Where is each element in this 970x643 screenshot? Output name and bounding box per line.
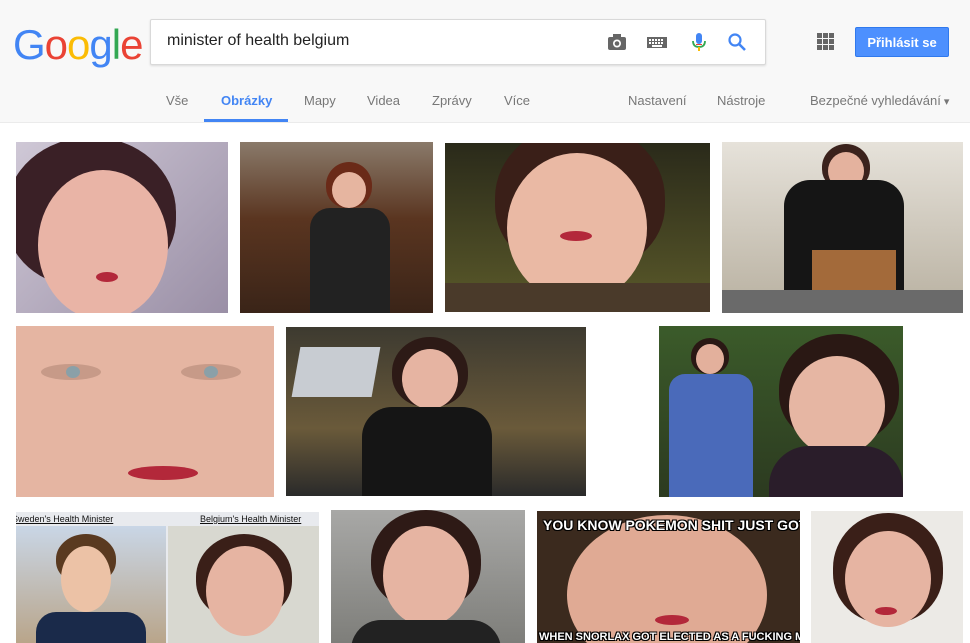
image-result[interactable] — [331, 510, 525, 643]
google-logo[interactable]: Google — [13, 21, 143, 69]
tab-images[interactable]: Obrázky — [221, 93, 272, 108]
image-result[interactable]: Sweden's Health Minister Belgium's Healt… — [16, 512, 319, 643]
belgium-caption: Belgium's Health Minister — [200, 514, 302, 524]
search-icon[interactable] — [727, 32, 747, 52]
image-result[interactable] — [240, 142, 433, 313]
camera-icon[interactable] — [607, 32, 627, 52]
logo-letter: e — [120, 21, 143, 68]
logo-letter: G — [13, 21, 46, 68]
meme-top-text: YOU KNOW POKEMON SHIT JUST GOT REAL — [543, 517, 800, 533]
active-tab-indicator — [204, 119, 288, 122]
tools-link[interactable]: Nástroje — [717, 93, 765, 108]
sweden-caption: Sweden's Health Minister — [16, 514, 114, 524]
image-result[interactable] — [16, 326, 274, 497]
meme-bottom-text: WHEN SNORLAX GOT ELECTED AS A FUCKING MI… — [539, 631, 800, 643]
keyboard-icon[interactable] — [647, 32, 667, 52]
image-result[interactable] — [722, 142, 963, 313]
tab-videos[interactable]: Videa — [367, 93, 400, 108]
settings-link[interactable]: Nastavení — [628, 93, 687, 108]
logo-letter: o — [67, 21, 90, 68]
image-result[interactable] — [445, 143, 710, 312]
tab-more[interactable]: Více — [504, 93, 530, 108]
logo-letter: o — [44, 21, 68, 68]
tab-news[interactable]: Zprávy — [432, 93, 472, 108]
image-result[interactable] — [659, 326, 903, 497]
search-input[interactable]: minister of health belgium — [167, 32, 349, 50]
apps-grid-icon[interactable] — [817, 33, 834, 50]
logo-letter: g — [89, 21, 112, 68]
search-box[interactable]: minister of health belgium — [150, 19, 766, 65]
microphone-icon[interactable] — [689, 32, 709, 52]
image-result[interactable] — [16, 142, 228, 313]
logo-letter: l — [111, 21, 121, 68]
image-result[interactable] — [811, 511, 963, 643]
image-result[interactable] — [286, 327, 586, 496]
safe-search-dropdown[interactable]: Bezpečné vyhledávání — [810, 93, 949, 108]
signin-button[interactable]: Přihlásit se — [855, 27, 949, 57]
tab-all[interactable]: Vše — [166, 93, 188, 108]
tab-maps[interactable]: Mapy — [304, 93, 336, 108]
image-result[interactable]: YOU KNOW POKEMON SHIT JUST GOT REAL WHEN… — [537, 511, 800, 643]
